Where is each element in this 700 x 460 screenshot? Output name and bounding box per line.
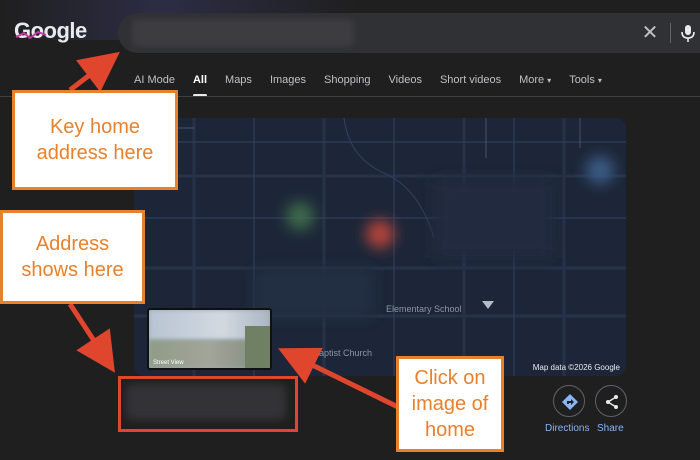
google-results-page: Google ✕ AI Mode All Maps Images Shoppin… bbox=[0, 0, 700, 460]
callout-address-shows: Address shows here bbox=[0, 210, 145, 304]
callout-click-image: Click on image of home bbox=[396, 356, 504, 452]
address-highlight-box bbox=[118, 376, 298, 432]
callout-key-address: Key home address here bbox=[12, 90, 178, 190]
